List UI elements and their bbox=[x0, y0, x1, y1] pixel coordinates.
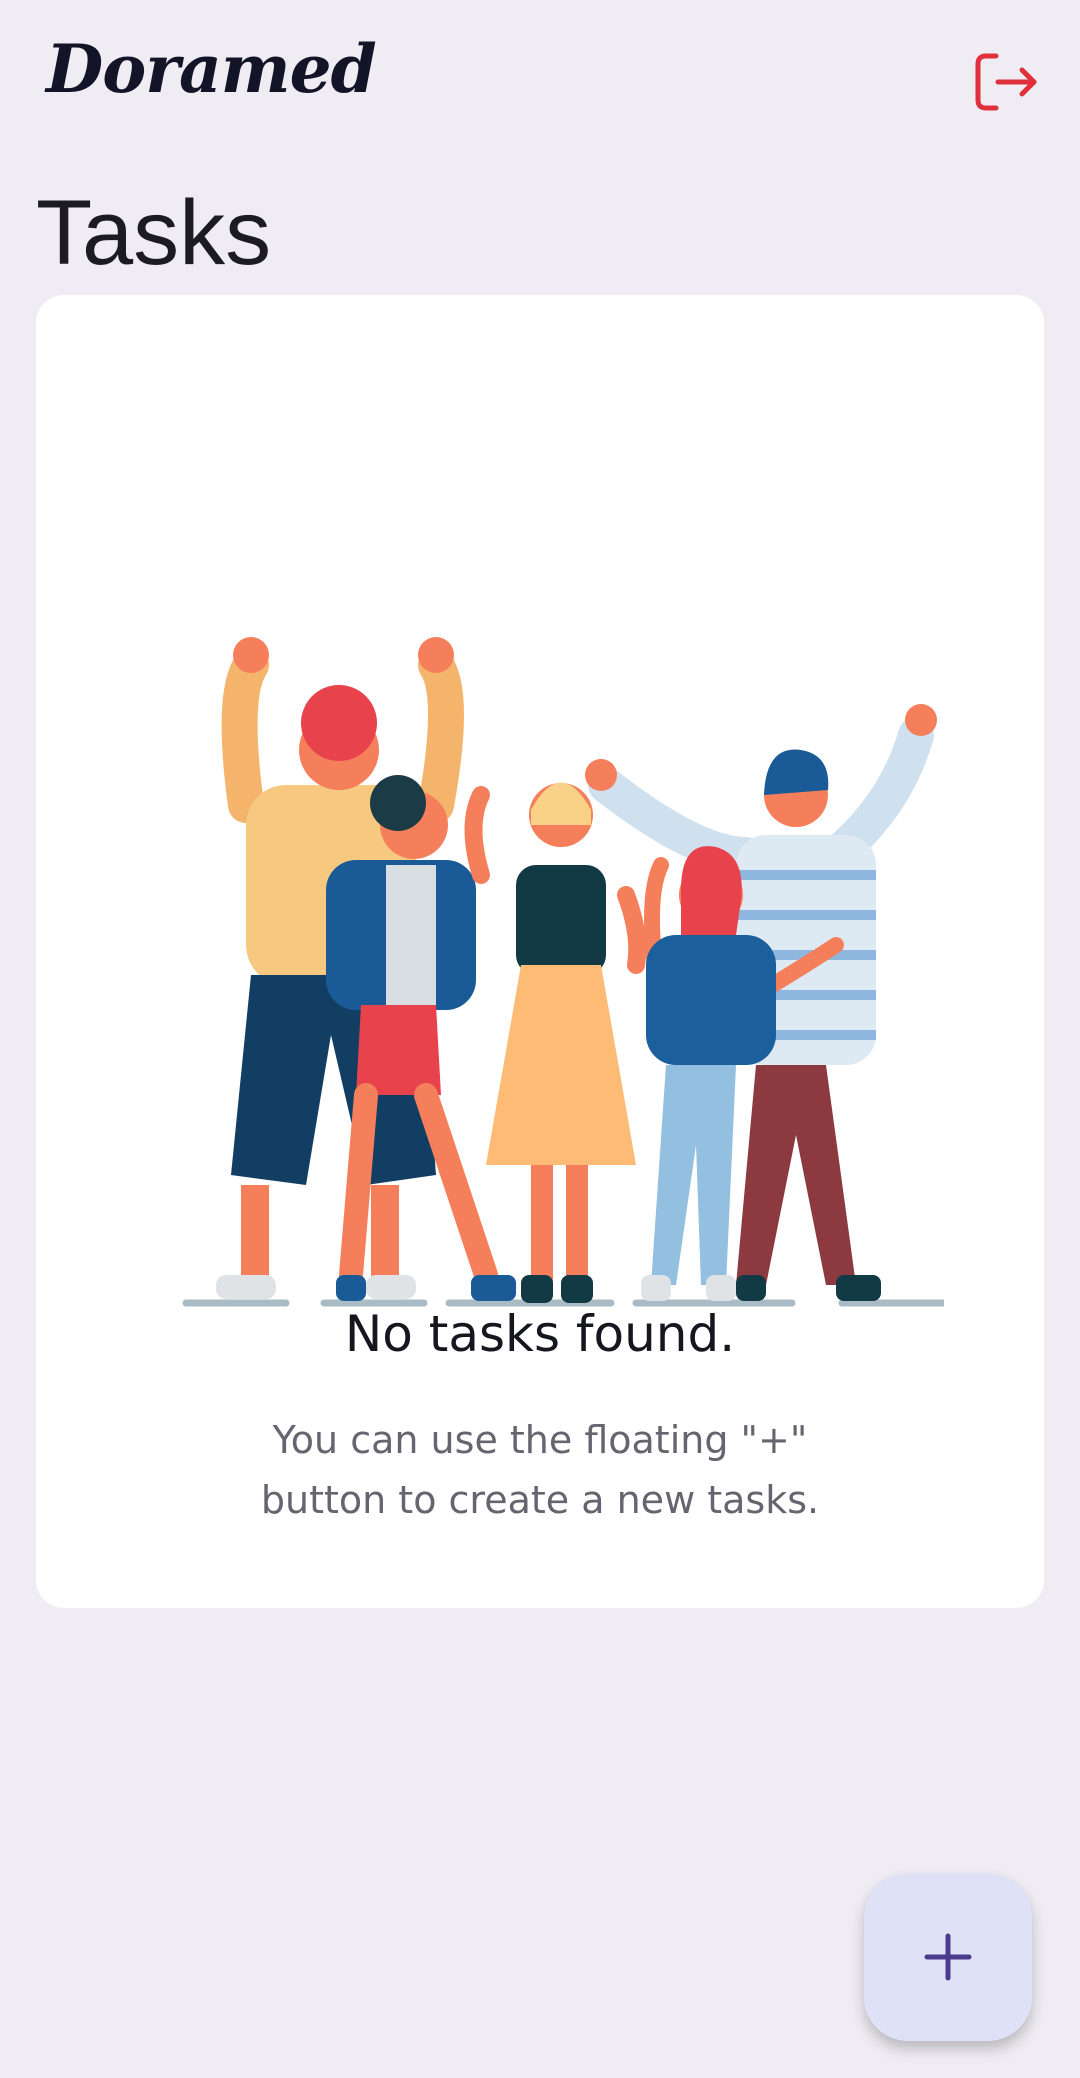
page-title: Tasks bbox=[36, 182, 272, 284]
empty-state-message: You can use the floating "+" button to c… bbox=[260, 1418, 820, 1522]
logout-icon bbox=[975, 53, 1037, 111]
empty-state-card: No tasks found. You can use the floating… bbox=[36, 295, 1044, 1608]
add-task-fab[interactable] bbox=[864, 1873, 1032, 2041]
top-app-bar: Doramed bbox=[0, 0, 1080, 160]
group-of-people-waving-illustration bbox=[182, 637, 944, 1307]
logout-button[interactable] bbox=[970, 46, 1042, 118]
plus-icon bbox=[924, 1933, 972, 1981]
empty-state-title: No tasks found. bbox=[344, 1305, 736, 1363]
person-middle bbox=[464, 782, 647, 1303]
app-logo: Doramed bbox=[46, 30, 377, 108]
